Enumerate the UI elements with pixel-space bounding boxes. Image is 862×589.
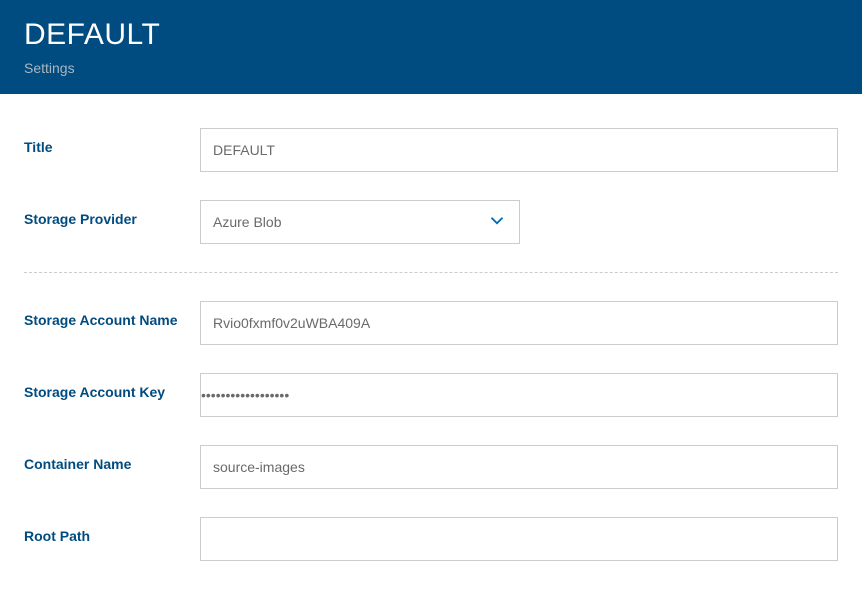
section-divider bbox=[24, 272, 838, 273]
input-container-name[interactable] bbox=[200, 445, 838, 489]
row-storage-provider: Storage Provider Azure Blob bbox=[24, 200, 838, 244]
row-container-name: Container Name bbox=[24, 445, 838, 489]
label-title: Title bbox=[24, 128, 200, 156]
input-storage-account-key[interactable] bbox=[200, 373, 838, 417]
row-storage-account-key: Storage Account Key bbox=[24, 373, 838, 417]
label-storage-provider: Storage Provider bbox=[24, 200, 200, 228]
page-header: DEFAULT Settings bbox=[0, 0, 862, 94]
select-storage-provider-wrap: Azure Blob bbox=[200, 200, 520, 244]
row-storage-account-name: Storage Account Name bbox=[24, 301, 838, 345]
label-root-path: Root Path bbox=[24, 517, 200, 545]
input-storage-account-name[interactable] bbox=[200, 301, 838, 345]
input-title[interactable] bbox=[200, 128, 838, 172]
row-title: Title bbox=[24, 128, 838, 172]
page-title: DEFAULT bbox=[24, 18, 838, 52]
settings-form-azure: Storage Account Name Storage Account Key… bbox=[0, 301, 862, 561]
label-storage-account-name: Storage Account Name bbox=[24, 301, 200, 329]
page-subtitle: Settings bbox=[24, 60, 838, 76]
settings-form: Title Storage Provider Azure Blob bbox=[0, 94, 862, 244]
select-storage-provider[interactable]: Azure Blob bbox=[200, 200, 520, 244]
label-storage-account-key: Storage Account Key bbox=[24, 373, 200, 401]
input-root-path[interactable] bbox=[200, 517, 838, 561]
label-container-name: Container Name bbox=[24, 445, 200, 473]
row-root-path: Root Path bbox=[24, 517, 838, 561]
